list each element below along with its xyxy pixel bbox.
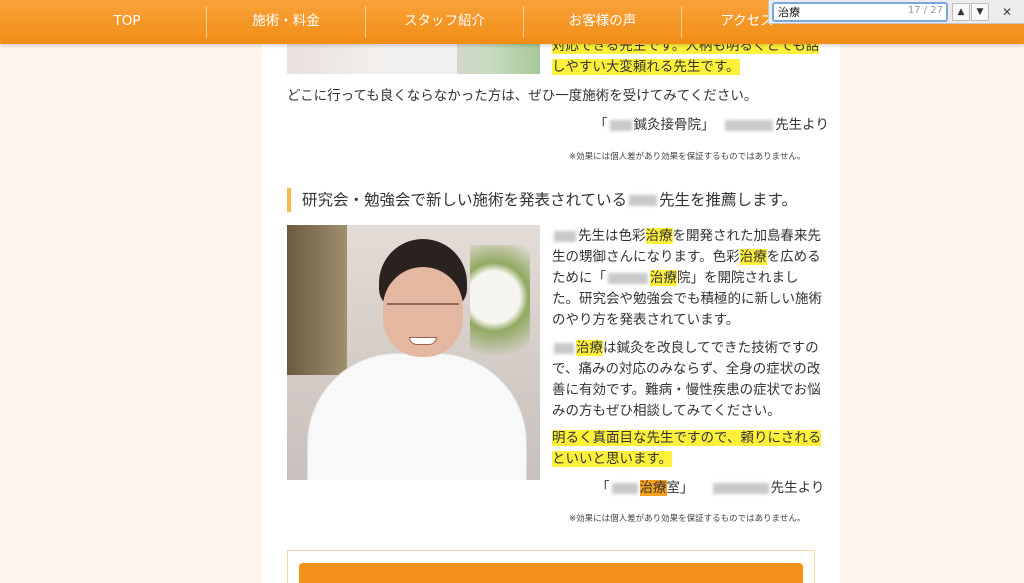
redacted-name [611,482,638,494]
search-highlight: 治療 [650,270,677,286]
redacted-name [554,230,576,242]
review1-clinic: 鍼灸接骨院」 [633,117,715,133]
review1-recommend: どこに行っても良くならなかった方は、ぜひ一度施術を受けてみてください。 [287,88,758,104]
nav-treatment-fees[interactable]: 施術・料金 [207,0,365,44]
find-next-button[interactable]: ▼ [971,3,989,21]
review2-p1-line: た。研究会や勉強会でも積極的に新しい施術 [552,291,822,307]
photo-smile [409,337,437,345]
text-span: は鍼灸を改良してできた技術ですの [603,340,819,356]
review2-p1-line: のやり方を発表されています。 [552,312,740,328]
review2-p2-line: 善に有効です。難病・慢性疾患の症状でお悩 [552,382,821,398]
find-bar: 17 / 27 ▲ ▼ ✕ [768,0,1024,24]
redacted-name [554,342,574,354]
review1-teacher-suffix: 先生より [775,117,829,133]
review2-signature: 「 治療室」 先生より [596,478,824,499]
text-span: 先生は色彩 [578,228,646,244]
text-span: 生の甥御さんになります。色彩 [552,249,740,265]
highlighted-text: 明るく真面目な先生ですので、頼りにされる [552,430,822,446]
text-span: 室」 [666,480,694,496]
nav-testimonials[interactable]: お客様の声 [524,0,681,44]
review2-heading: 研究会・勉強会で新しい施術を発表されている 先生を推薦します。 [302,190,797,211]
review2-p1-line: 先生は色彩治療を開発された加島春来先 [552,226,821,247]
review2-heading-b: 先生を推薦します。 [659,191,797,209]
review2-p3-line: といいと思います。 [552,449,673,470]
photo-glasses [387,303,459,317]
close-icon: ✕ [1001,5,1013,19]
review2-p2-line: 治療は鍼灸を改良してできた技術ですの [552,338,819,359]
search-highlight: 治療 [645,228,673,244]
review2-disclaimer: ※効果には個人差があり効果を保証するものではありません。 [569,514,806,524]
doctor-photo-2 [287,225,540,480]
nav-top[interactable]: TOP [48,0,206,44]
chevron-up-icon: ▲ [957,7,965,17]
review2-heading-a: 研究会・勉強会で新しい施術を発表されている [302,191,628,209]
photo-window [287,225,347,375]
find-previous-button[interactable]: ▲ [952,3,970,21]
redacted-name [608,272,648,284]
nav-staff[interactable]: スタッフ紹介 [366,0,523,44]
next-section-header [299,563,803,583]
current-search-highlight: 治療 [639,480,667,496]
review2-teacher-suffix: 先生より [770,480,825,496]
text-span: ために「 [552,270,606,286]
text-span: 「 [596,480,610,496]
review1-disclaimer: ※効果には個人差があり効果を保証するものではありません。 [569,152,806,162]
review2-p2-line: で、痛みの対応のみならず、全身の症状の改 [552,361,821,377]
search-highlight: 治療 [576,340,603,356]
photo-flowers [470,245,530,375]
review2-p3-line: 明るく真面目な先生ですので、頼りにされる [552,428,822,449]
redacted-name [629,195,658,206]
review1-signature: 「鍼灸接骨院」 先生より [594,117,829,133]
chevron-down-icon: ▼ [976,7,984,17]
search-highlight: 治療 [739,249,767,265]
text-span: を広める [766,249,821,265]
redacted-name [712,482,769,494]
review2-p1-line: 生の甥御さんになります。色彩治療を広める [552,247,821,268]
heading-accent-bar [287,188,291,212]
review1-line-b: しやすい大変頼れる先生です。 [552,59,740,75]
text-span: 院」を開院されまし [677,270,799,286]
review1-text: しやすい大変頼れる先生です。 [552,57,740,78]
find-match-count: 17 / 27 [907,5,943,16]
find-close-button[interactable]: ✕ [999,3,1015,21]
review2-p2-line: みの方もぜひ相談してみてください。 [552,403,781,419]
highlighted-text: といいと思います。 [552,451,673,467]
text-span: を開発された加島春来先 [672,228,822,244]
redacted-name [609,119,632,131]
redacted-name [725,119,774,131]
review2-p1-line: ために「 治療院」を開院されまし [552,268,799,289]
